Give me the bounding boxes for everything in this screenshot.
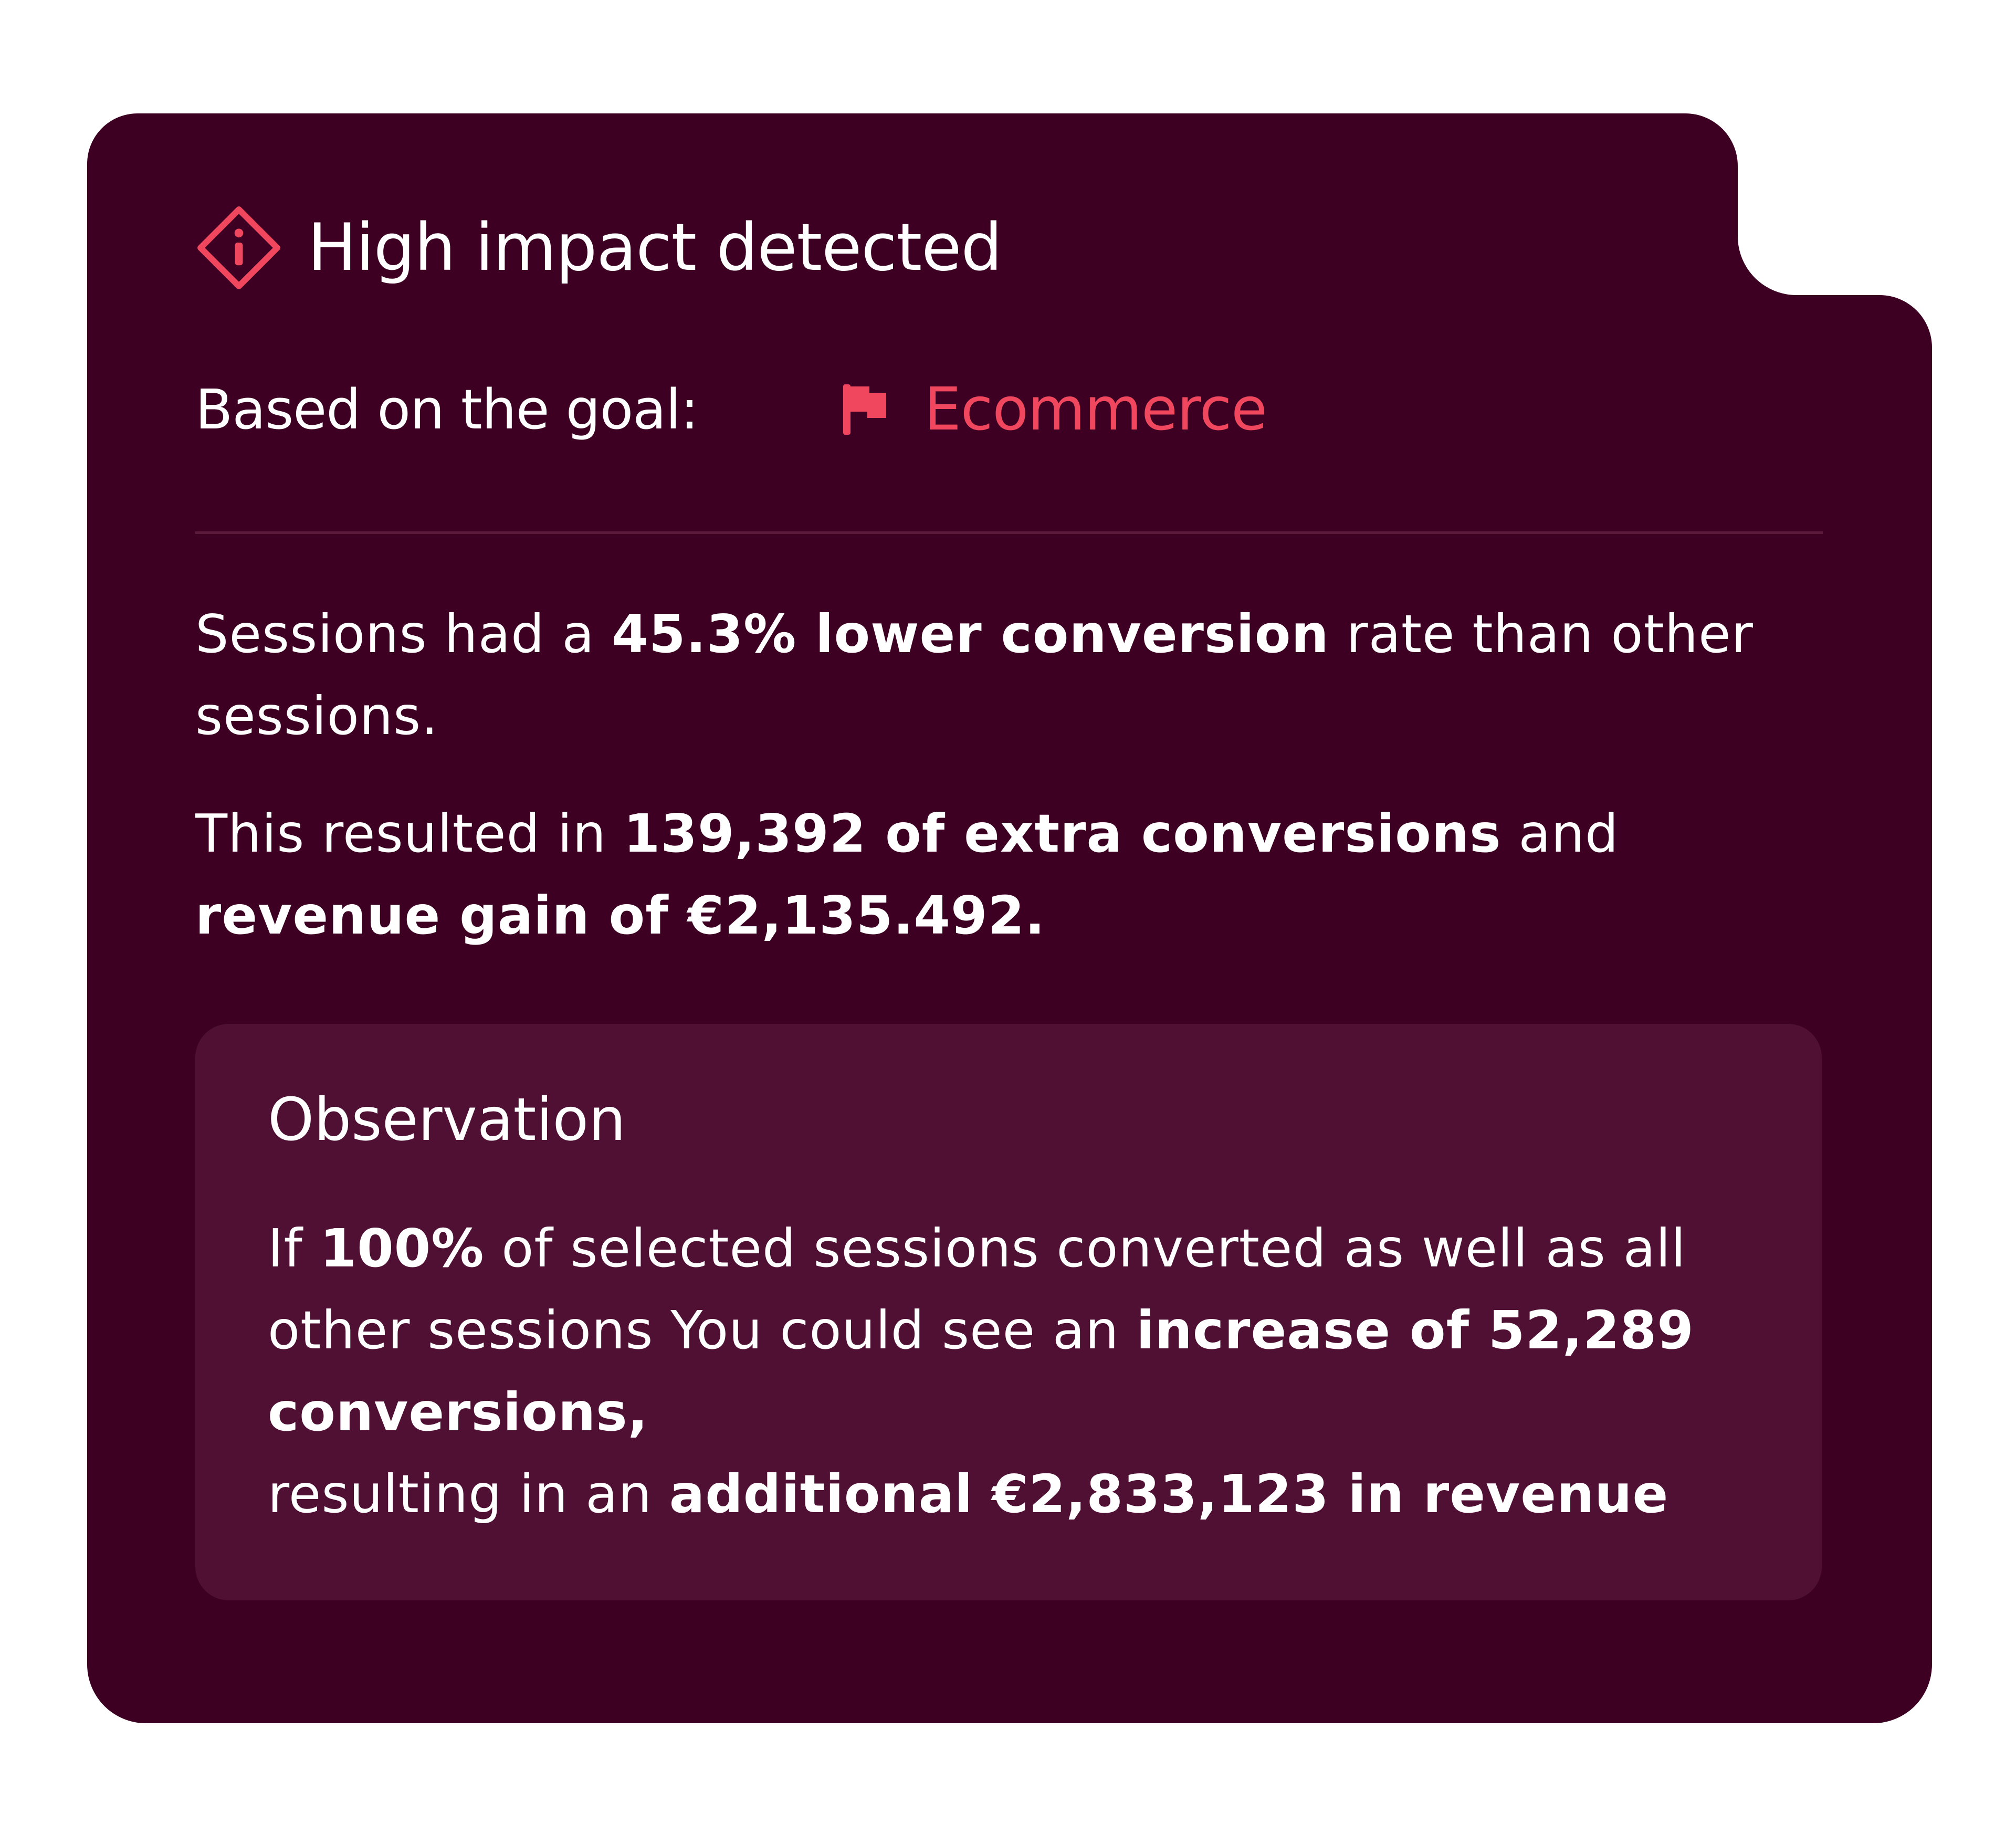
impact-card: High impact detected Based on the goal: … (0, 0, 2016, 1823)
info-diamond-icon (197, 206, 280, 289)
goal-row: Based on the goal: Ecommerce (195, 370, 1267, 449)
result-summary: This resulted in 139,392 of extra conver… (195, 803, 1619, 946)
observation-text: If 100% of selected sessions converted a… (268, 1218, 1694, 1525)
observation-panel: Observation If 100% of selected sessions… (195, 1024, 1822, 1600)
conversion-highlight: 45.3% lower conversion (612, 603, 1329, 665)
card-header: High impact detected (195, 206, 1002, 290)
extra-conversions-highlight: 139,392 of extra conversions (623, 803, 1502, 864)
goal-value-link[interactable]: Ecommerce (924, 375, 1267, 444)
card-title: High impact detected (308, 210, 1002, 286)
additional-revenue-highlight: additional €2,833,123 in revenue (669, 1463, 1669, 1525)
conversion-summary: Sessions had a 45.3% lower conversion ra… (195, 603, 1754, 747)
goal-label: Based on the goal: (195, 378, 699, 442)
observation-title: Observation (268, 1086, 626, 1154)
divider (195, 531, 1823, 534)
revenue-gain-highlight: revenue gain of €2,135.492. (195, 885, 1046, 946)
percentage-highlight: 100% (320, 1218, 485, 1279)
flag-icon (843, 384, 886, 435)
